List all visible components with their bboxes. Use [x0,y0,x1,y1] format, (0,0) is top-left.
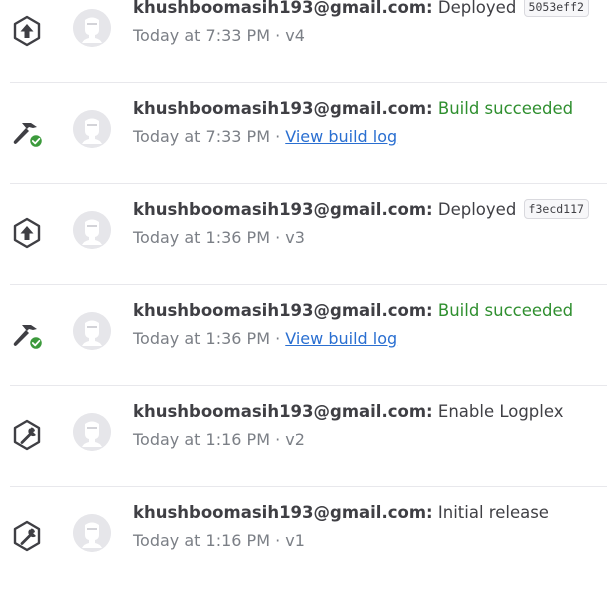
separator: · [270,127,286,146]
release-version: v2 [285,430,305,449]
timestamp: Today at 1:36 PM [133,329,270,348]
separator: · [270,329,286,348]
activity-summary: khushboomasih193@gmail.com: Deployed 505… [133,0,589,20]
activity-summary: khushboomasih193@gmail.com: Build succee… [133,299,573,323]
user-email: khushboomasih193@gmail.com: [133,0,433,17]
avatar [73,9,111,47]
deploy-arrow-icon [13,217,41,249]
separator: · [270,531,286,550]
avatar [73,312,111,350]
timestamp: Today at 1:36 PM [133,228,270,247]
wrench-icon [13,419,41,451]
user-email: khushboomasih193@gmail.com: [133,402,433,421]
timestamp: Today at 7:33 PM [133,127,270,146]
activity-item: khushboomasih193@gmail.com: Initial rele… [0,503,607,606]
user-email: khushboomasih193@gmail.com: [133,99,433,118]
timestamp: Today at 7:33 PM [133,26,270,45]
activity-item: khushboomasih193@gmail.com: Build succee… [0,99,607,202]
activity-summary: khushboomasih193@gmail.com: Enable Logpl… [133,400,564,424]
activity-message: Deployed [437,200,517,219]
activity-feed: khushboomasih193@gmail.com: Deployed 505… [0,0,607,555]
activity-meta: Today at 7:33 PM · View build log [133,125,397,149]
activity-message: Enable Logplex [437,402,564,421]
avatar [73,211,111,249]
separator: · [270,430,286,449]
default-avatar-icon [73,514,111,552]
build-hammer-success-icon [13,123,44,149]
separator: · [270,26,286,45]
activity-summary: khushboomasih193@gmail.com: Build succee… [133,97,573,121]
divider [10,486,607,487]
default-avatar-icon [73,9,111,47]
view-build-log-link[interactable]: View build log [285,329,397,348]
user-email: khushboomasih193@gmail.com: [133,200,433,219]
activity-message: Initial release [437,503,549,522]
activity-meta: Today at 1:16 PM · v1 [133,529,305,553]
divider [10,385,607,386]
activity-summary: khushboomasih193@gmail.com: Initial rele… [133,501,549,525]
activity-meta: Today at 1:16 PM · v2 [133,428,305,452]
avatar [73,413,111,451]
build-status: Build succeeded [437,99,574,118]
release-version: v1 [285,531,305,550]
separator: · [270,228,286,247]
timestamp: Today at 1:16 PM [133,531,270,550]
activity-message: Deployed [437,0,517,17]
avatar [73,514,111,552]
activity-item: khushboomasih193@gmail.com: Enable Logpl… [0,402,607,505]
build-hammer-success-icon [13,325,44,351]
deploy-arrow-icon [13,15,41,47]
default-avatar-icon [73,211,111,249]
timestamp: Today at 1:16 PM [133,430,270,449]
release-version: v3 [285,228,305,247]
activity-meta: Today at 1:36 PM · v3 [133,226,305,250]
divider [10,284,607,285]
commit-sha: f3ecd117 [523,199,589,219]
user-email: khushboomasih193@gmail.com: [133,301,433,320]
commit-sha: 5053eff2 [523,0,589,17]
release-version: v4 [285,26,305,45]
activity-meta: Today at 7:33 PM · v4 [133,24,305,48]
activity-item: khushboomasih193@gmail.com: Deployed f3e… [0,199,607,303]
avatar [73,110,111,148]
wrench-icon [13,520,41,552]
activity-item: khushboomasih193@gmail.com: Build succee… [0,301,607,404]
divider [10,82,607,83]
user-email: khushboomasih193@gmail.com: [133,503,433,522]
divider [10,183,607,184]
activity-item: khushboomasih193@gmail.com: Deployed 505… [0,0,607,101]
default-avatar-icon [73,110,111,148]
default-avatar-icon [73,312,111,350]
default-avatar-icon [73,413,111,451]
view-build-log-link[interactable]: View build log [285,127,397,146]
build-status: Build succeeded [437,301,574,320]
activity-summary: khushboomasih193@gmail.com: Deployed f3e… [133,198,589,222]
activity-meta: Today at 1:36 PM · View build log [133,327,397,351]
